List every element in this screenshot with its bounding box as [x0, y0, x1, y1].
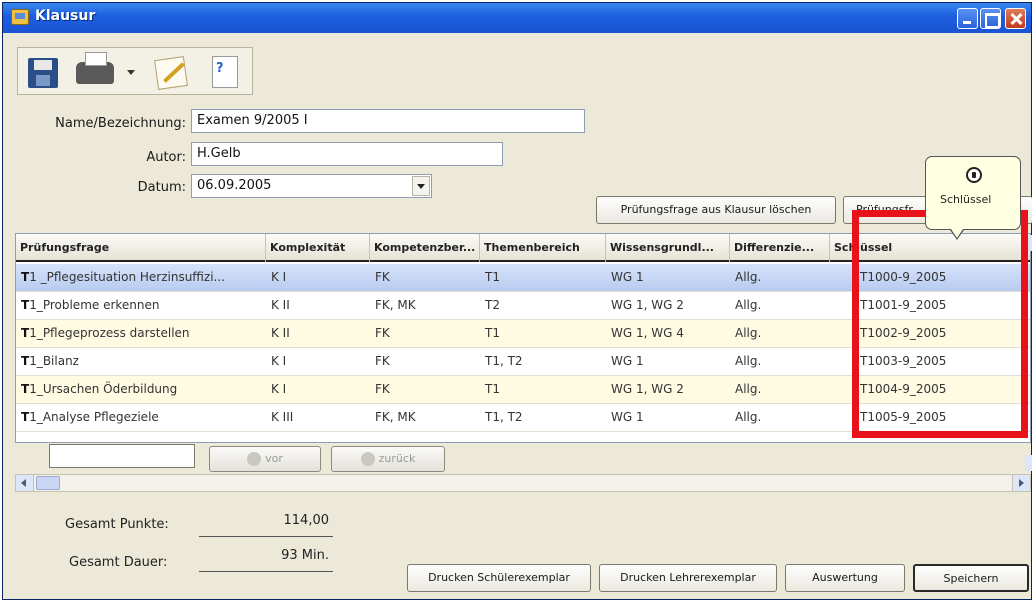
cell-wissen: WG 1 — [611, 410, 644, 424]
cell-komplexitaet: K I — [271, 270, 287, 284]
gesamt-punkte-value: 114,00 — [283, 513, 330, 528]
tooltip-tail — [950, 229, 964, 240]
scroll-thumb[interactable] — [36, 476, 60, 490]
title-bar[interactable]: Klausur — [3, 3, 1031, 33]
print-student-copy-button[interactable]: Drucken Schülerexemplar — [407, 564, 591, 592]
cell-kompetenz: FK — [375, 354, 390, 368]
cell-themenbereich: T1 — [485, 270, 500, 284]
header-komplexitaet[interactable]: Komplexität — [266, 234, 370, 262]
cell-pruefungsfrage: T1_Pflegeprozess darstellen — [21, 326, 190, 340]
cell-kompetenz: FK — [375, 270, 390, 284]
cell-komplexitaet: K I — [271, 354, 287, 368]
save-icon[interactable] — [24, 52, 62, 90]
cell-kompetenz: FK, MK — [375, 298, 416, 312]
cell-differenzierung: Allg. — [735, 382, 762, 396]
header-pruefungsfrage[interactable]: Prüfungsfrage — [16, 234, 266, 262]
vertical-scroll-down-button[interactable] — [1025, 455, 1032, 471]
datum-field[interactable]: 06.09.2005 — [191, 174, 432, 198]
scroll-right-button[interactable] — [1012, 475, 1030, 491]
cell-themenbereich: T1 — [485, 326, 500, 340]
cell-differenzierung: Allg. — [735, 326, 762, 340]
schluessel-highlight-box — [852, 210, 1028, 438]
cell-kompetenz: FK, MK — [375, 410, 416, 424]
horizontal-scrollbar[interactable] — [15, 474, 1031, 492]
forward-icon — [247, 452, 262, 466]
save-button[interactable]: Speichern — [913, 564, 1029, 592]
maximize-button[interactable] — [980, 8, 1001, 29]
cell-themenbereich: T1, T2 — [485, 410, 523, 424]
header-wissen[interactable]: Wissensgrundl... — [606, 234, 730, 262]
print-icon[interactable] — [76, 52, 114, 90]
navigation-input[interactable] — [49, 444, 195, 468]
cell-pruefungsfrage: T1_Probleme erkennen — [21, 298, 160, 312]
cell-komplexitaet: K III — [271, 410, 294, 424]
cell-differenzierung: Allg. — [735, 410, 762, 424]
name-label: Name/Bezeichnung: — [55, 116, 186, 131]
cell-komplexitaet: K I — [271, 382, 287, 396]
divider — [199, 536, 333, 537]
cell-wissen: WG 1, WG 2 — [611, 298, 684, 312]
datum-dropdown-button[interactable] — [412, 176, 430, 196]
window-title: Klausur — [35, 8, 96, 24]
cell-kompetenz: FK — [375, 326, 390, 340]
header-differenzierung[interactable]: Differenzie... — [730, 234, 830, 262]
close-button[interactable] — [1005, 8, 1026, 29]
klausur-window: Klausur Name/Bezeichnung: Examen 9/2005 … — [2, 2, 1032, 600]
name-field[interactable]: Examen 9/2005 I — [191, 109, 585, 133]
new-question-icon[interactable] — [206, 52, 244, 90]
cell-differenzierung: Allg. — [735, 270, 762, 284]
cell-pruefungsfrage: T1 _Pflegesituation Herzinsuffizi... — [21, 270, 225, 284]
zurueck-button[interactable]: zurück — [331, 446, 445, 472]
vor-button[interactable]: vor — [209, 446, 321, 472]
cell-wissen: WG 1, WG 4 — [611, 326, 684, 340]
cell-differenzierung: Allg. — [735, 354, 762, 368]
gesamt-dauer-label: Gesamt Dauer: — [69, 555, 168, 570]
autor-label: Autor: — [146, 150, 186, 165]
scroll-left-button[interactable] — [16, 475, 34, 491]
info-icon — [966, 167, 982, 183]
cell-komplexitaet: K II — [271, 326, 290, 340]
datum-label: Datum: — [137, 180, 186, 195]
cell-pruefungsfrage: T1_Bilanz — [21, 354, 79, 368]
print-teacher-copy-button[interactable]: Drucken Lehrerexemplar — [599, 564, 777, 592]
divider — [199, 571, 333, 572]
header-themenbereich[interactable]: Themenbereich — [480, 234, 606, 262]
minimize-button[interactable] — [957, 8, 978, 29]
gesamt-punkte-label: Gesamt Punkte: — [65, 517, 169, 532]
cell-pruefungsfrage: T1_Analyse Pflegeziele — [21, 410, 159, 424]
tooltip: Schlüssel — [925, 156, 1021, 240]
back-icon — [360, 452, 375, 466]
delete-question-button[interactable]: Prüfungsfrage aus Klausur löschen — [596, 196, 836, 224]
evaluation-button[interactable]: Auswertung — [785, 564, 905, 592]
cell-themenbereich: T2 — [485, 298, 500, 312]
tooltip-text: Schlüssel — [940, 193, 992, 206]
app-icon — [11, 9, 29, 25]
cell-kompetenz: FK — [375, 382, 390, 396]
cell-komplexitaet: K II — [271, 298, 290, 312]
autor-field[interactable]: H.Gelb — [191, 142, 503, 166]
edit-icon[interactable] — [152, 52, 190, 90]
dropdown-arrow-icon[interactable] — [124, 52, 138, 90]
datum-value: 06.09.2005 — [197, 178, 272, 193]
toolbar — [17, 47, 253, 95]
cell-wissen: WG 1, WG 2 — [611, 382, 684, 396]
gesamt-dauer-value: 93 Min. — [281, 548, 329, 563]
cell-themenbereich: T1, T2 — [485, 354, 523, 368]
cell-wissen: WG 1 — [611, 270, 644, 284]
cell-differenzierung: Allg. — [735, 298, 762, 312]
cell-wissen: WG 1 — [611, 354, 644, 368]
cell-pruefungsfrage: T1_Ursachen Öderbildung — [21, 382, 178, 396]
header-kompetenz[interactable]: Kompetenzber... — [370, 234, 480, 262]
cell-themenbereich: T1 — [485, 382, 500, 396]
